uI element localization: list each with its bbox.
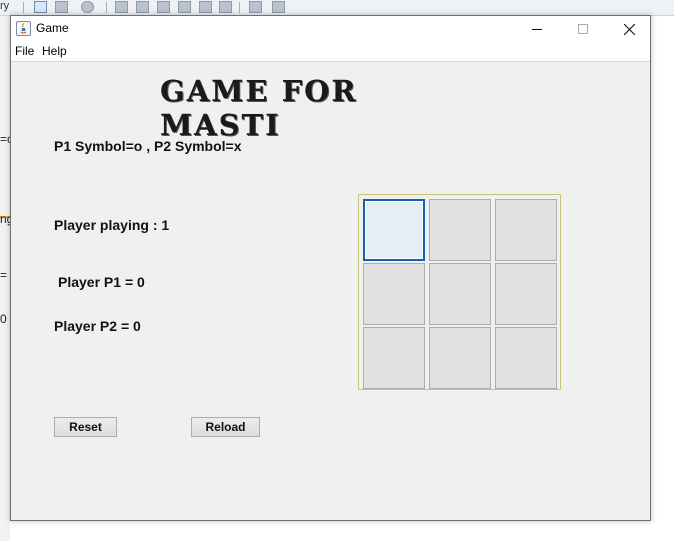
board-cell-7[interactable] bbox=[363, 327, 425, 389]
board-cell-3[interactable] bbox=[495, 199, 557, 261]
player-p2-score: Player P2 = 0 bbox=[54, 318, 141, 334]
minimize-icon bbox=[532, 29, 542, 30]
maximize-button[interactable] bbox=[560, 16, 606, 42]
board-cell-8[interactable] bbox=[429, 327, 491, 389]
background-toolbar: ry bbox=[0, 0, 674, 16]
board-cell-9[interactable] bbox=[495, 327, 557, 389]
board-cell-4[interactable] bbox=[363, 263, 425, 325]
align-right-icon[interactable] bbox=[136, 1, 149, 13]
reset-button[interactable]: Reset bbox=[54, 417, 117, 437]
menu-bar: File Help bbox=[11, 42, 650, 62]
menu-help[interactable]: Help bbox=[42, 44, 67, 58]
toolbar-separator bbox=[23, 2, 24, 13]
toolbar-separator bbox=[239, 2, 240, 13]
align-middle-icon[interactable] bbox=[219, 1, 232, 13]
board-cell-6[interactable] bbox=[495, 263, 557, 325]
board-cell-2[interactable] bbox=[429, 199, 491, 261]
game-board bbox=[358, 194, 561, 390]
horizontal-resize-icon[interactable] bbox=[249, 1, 262, 13]
select-tool-icon[interactable] bbox=[34, 1, 47, 13]
background-panel: =c ng = 0 bbox=[0, 16, 10, 541]
align-top-icon[interactable] bbox=[178, 1, 191, 13]
window-title: Game bbox=[36, 21, 69, 35]
align-center-icon[interactable] bbox=[157, 1, 170, 13]
symbols-label: P1 Symbol=o , P2 Symbol=x bbox=[54, 138, 242, 154]
game-window: Game File Help GAME FOR MASTI P1 Symbol=… bbox=[10, 15, 651, 521]
minimize-button[interactable] bbox=[514, 16, 560, 42]
toolbar-separator bbox=[106, 2, 107, 13]
background-text: = bbox=[0, 268, 8, 282]
preview-tool-icon[interactable] bbox=[81, 1, 94, 13]
java-app-icon bbox=[16, 21, 31, 36]
board-cell-5[interactable] bbox=[429, 263, 491, 325]
align-left-icon[interactable] bbox=[115, 1, 128, 13]
game-title: GAME FOR MASTI bbox=[160, 74, 358, 142]
background-text: ng bbox=[0, 212, 10, 226]
title-bar[interactable]: Game bbox=[11, 16, 650, 42]
player-playing-label: Player playing : 1 bbox=[54, 217, 170, 233]
background-text: 0 bbox=[0, 312, 7, 326]
align-bottom-icon[interactable] bbox=[199, 1, 212, 13]
player-p1-score: Player P1 = 0 bbox=[58, 274, 145, 290]
reload-button[interactable]: Reload bbox=[191, 417, 260, 437]
menu-file[interactable]: File bbox=[15, 44, 34, 58]
background-toolbar-text: ry bbox=[0, 0, 10, 12]
board-cell-1[interactable] bbox=[363, 199, 425, 261]
maximize-icon bbox=[578, 24, 588, 34]
connection-tool-icon[interactable] bbox=[55, 1, 68, 13]
vertical-resize-icon[interactable] bbox=[272, 1, 285, 13]
close-icon bbox=[623, 23, 635, 35]
background-text: =c bbox=[0, 132, 10, 146]
close-button[interactable] bbox=[606, 16, 652, 42]
